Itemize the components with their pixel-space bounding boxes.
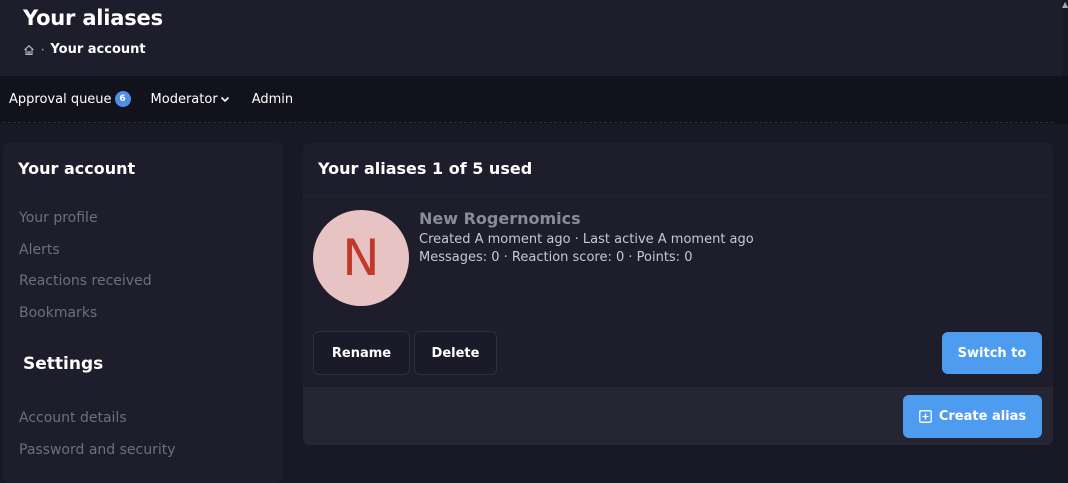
- rename-button[interactable]: Rename: [313, 331, 410, 375]
- plus-square-icon: [918, 410, 932, 423]
- top-navigation: Approval queue 6 Moderator Admin: [0, 76, 1068, 124]
- page-header: Your aliases · Your account: [0, 0, 1062, 76]
- sidebar-item-your-profile[interactable]: Your profile: [19, 210, 98, 226]
- chevron-down-icon: [220, 96, 229, 103]
- breadcrumb: · Your account: [23, 42, 146, 57]
- aliases-panel: Your aliases 1 of 5 used N New Rogernomi…: [303, 143, 1053, 445]
- scroll-up-icon[interactable]: ▲: [1062, 0, 1068, 9]
- create-alias-button[interactable]: Create alias: [903, 395, 1042, 438]
- sidebar-heading-account: Your account: [18, 159, 136, 178]
- panel-title: Your aliases 1 of 5 used: [318, 159, 533, 178]
- alias-name[interactable]: New Rogernomics: [419, 209, 581, 228]
- sidebar-item-account-details[interactable]: Account details: [19, 410, 127, 426]
- sidebar-item-password-security[interactable]: Password and security: [19, 442, 176, 458]
- alias-activity: Created A moment ago · Last active A mom…: [419, 232, 754, 247]
- nav-moderator[interactable]: Moderator: [151, 92, 230, 107]
- home-icon[interactable]: [23, 44, 35, 56]
- breadcrumb-current[interactable]: Your account: [50, 42, 145, 57]
- switch-to-button[interactable]: Switch to: [942, 332, 1042, 374]
- nav-admin[interactable]: Admin: [252, 92, 293, 107]
- sidebar: Your account Your profile Alerts Reactio…: [3, 143, 283, 483]
- sidebar-heading-settings: Settings: [23, 354, 104, 374]
- avatar[interactable]: N: [313, 210, 409, 306]
- sidebar-item-reactions-received[interactable]: Reactions received: [19, 273, 152, 289]
- nav-divider: [3, 122, 1053, 123]
- approval-count-badge: 6: [114, 91, 131, 107]
- create-alias-label: Create alias: [938, 409, 1027, 424]
- alias-stats: Messages: 0 · Reaction score: 0 · Points…: [419, 250, 693, 265]
- nav-moderator-label: Moderator: [150, 91, 218, 107]
- nav-approval-queue-label: Approval queue: [9, 91, 112, 107]
- page-title: Your aliases: [23, 6, 163, 30]
- sidebar-item-bookmarks[interactable]: Bookmarks: [19, 305, 97, 321]
- delete-button[interactable]: Delete: [414, 331, 497, 375]
- nav-admin-label: Admin: [251, 91, 294, 107]
- scrollbar[interactable]: ▲: [1062, 0, 1068, 76]
- nav-approval-queue[interactable]: Approval queue 6: [9, 91, 131, 107]
- sidebar-item-alerts[interactable]: Alerts: [19, 242, 60, 258]
- breadcrumb-separator: ·: [41, 46, 45, 56]
- panel-divider: [303, 195, 1053, 196]
